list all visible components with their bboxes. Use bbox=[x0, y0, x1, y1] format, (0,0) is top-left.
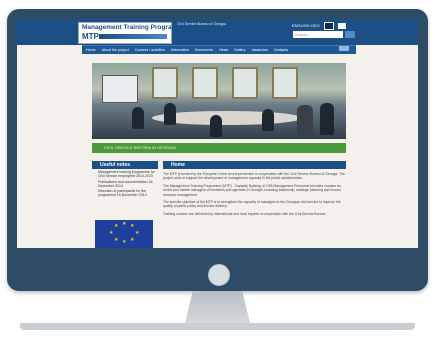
logo-abbr: MTP bbox=[82, 32, 99, 41]
search-input[interactable]: Search bbox=[293, 31, 343, 38]
monitor-frame: Management Training Programme MTP Civil … bbox=[7, 9, 428, 291]
language-label: ENGLISH GEO bbox=[292, 23, 320, 29]
header-organization: Civil Service Bureau of Georgia bbox=[177, 22, 226, 26]
power-button-icon[interactable] bbox=[208, 264, 230, 286]
banner-text: CIVIL SERVICE REFORM IN GEORGIA bbox=[104, 145, 176, 150]
eu-flag-icon: ★ ★ ★ ★ ★ ★ ★ ★ bbox=[95, 220, 153, 248]
photo-window bbox=[272, 67, 298, 99]
photo-person bbox=[132, 107, 144, 129]
nav-menu-icon[interactable] bbox=[339, 46, 349, 51]
sidebar-item[interactable]: Selection of participants for the progra… bbox=[98, 189, 158, 198]
content-paragraph: The Management Training Programme (MTP) … bbox=[163, 183, 341, 197]
photo-person bbox=[164, 103, 176, 125]
nav-documents[interactable]: Documents bbox=[195, 48, 213, 52]
sidebar-header: Useful notes bbox=[92, 161, 158, 169]
photo-window bbox=[232, 67, 258, 99]
sidebar-title: Useful notes bbox=[100, 162, 131, 168]
search-icon[interactable] bbox=[345, 31, 355, 38]
flag-star: ★ bbox=[135, 230, 140, 236]
sidebar-item[interactable]: Publications and documentation 16 Decemb… bbox=[98, 180, 158, 189]
hero-photo bbox=[92, 63, 346, 139]
flag-star: ★ bbox=[109, 230, 114, 236]
nav-information[interactable]: Information bbox=[171, 48, 189, 52]
lang-english-button[interactable] bbox=[323, 22, 334, 30]
sidebar-list: Management training programme for Civil … bbox=[92, 170, 158, 199]
main-title: Home bbox=[171, 162, 185, 168]
content-paragraph: The MTP is funded by the European Union … bbox=[163, 172, 345, 181]
language-switcher[interactable]: ENGLISH GEO bbox=[292, 22, 346, 30]
main-header: Home bbox=[163, 161, 346, 169]
flag-star: ★ bbox=[114, 223, 119, 229]
nav-news[interactable]: News bbox=[219, 48, 228, 52]
logo-stripe bbox=[99, 34, 167, 39]
sidebar-item[interactable]: Management training programme for Civil … bbox=[98, 170, 158, 179]
nav-vacancies[interactable]: Vacancies bbox=[252, 48, 268, 52]
site-header: Management Training Programme MTP Civil … bbox=[17, 19, 418, 45]
flag-star: ★ bbox=[130, 223, 135, 229]
site-logo[interactable]: Management Training Programme MTP bbox=[78, 22, 187, 44]
content-paragraph: Training courses are delivered by intern… bbox=[163, 211, 327, 216]
logo-title: Management Training Programme bbox=[82, 24, 187, 31]
monitor-stand bbox=[185, 291, 250, 323]
flag-star: ★ bbox=[122, 221, 127, 227]
nav-courses[interactable]: Courses / activities bbox=[135, 48, 165, 52]
monitor-base bbox=[20, 323, 415, 330]
lang-georgian-button[interactable] bbox=[337, 23, 346, 29]
main-content: The MTP is funded by the European Union … bbox=[163, 172, 346, 219]
nav-about[interactable]: About the project bbox=[102, 48, 129, 52]
photo-window bbox=[192, 67, 218, 99]
nav-gallery[interactable]: Gallery bbox=[234, 48, 245, 52]
nav-home[interactable]: Home bbox=[86, 48, 96, 52]
nav-contacts[interactable]: Contacts bbox=[274, 48, 288, 52]
flag-star: ★ bbox=[114, 237, 119, 243]
photo-window bbox=[152, 67, 178, 99]
photo-person bbox=[297, 105, 313, 135]
projection-screen bbox=[102, 75, 138, 103]
photo-person bbox=[210, 115, 222, 137]
flag-star: ★ bbox=[130, 237, 135, 243]
monitor-screen: Management Training Programme MTP Civil … bbox=[17, 19, 418, 248]
photo-person bbox=[262, 109, 274, 131]
green-banner[interactable]: CIVIL SERVICE REFORM IN GEORGIA bbox=[92, 143, 346, 153]
content-paragraph: The specific objective of the MTP is to … bbox=[163, 200, 341, 209]
photo-person bbox=[320, 103, 334, 135]
flag-star: ★ bbox=[122, 239, 127, 245]
main-navigation: Home About the project Courses / activit… bbox=[82, 45, 356, 54]
